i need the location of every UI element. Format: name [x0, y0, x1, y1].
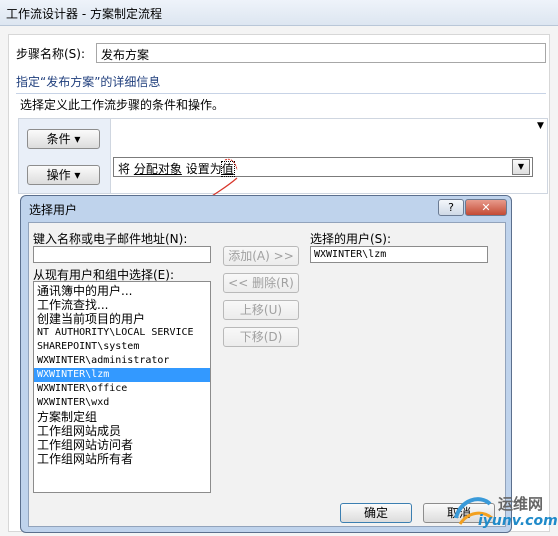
- list-item[interactable]: WXWINTER\office: [34, 382, 210, 396]
- ok-button[interactable]: 确定: [340, 503, 412, 523]
- move-up-button[interactable]: 上移(U): [223, 300, 299, 320]
- name-input[interactable]: [33, 246, 211, 263]
- name-input-label: 键入名称或电子邮件地址(N):: [33, 232, 188, 246]
- selected-users-label: 选择的用户(S):: [310, 232, 392, 246]
- existing-users-list[interactable]: 通讯簿中的用户... 工作流查找... 创建当前项目的用户 NT AUTHORI…: [33, 281, 211, 493]
- watermark-cn: 运维网: [498, 495, 544, 513]
- watermark-logo: 运维网 iyunv.com: [450, 488, 558, 534]
- list-item[interactable]: SHAREPOINT\system: [34, 340, 210, 354]
- list-item[interactable]: 方案制定组: [34, 410, 210, 424]
- list-item[interactable]: 创建当前项目的用户: [34, 312, 210, 326]
- list-item[interactable]: 工作组网站成员: [34, 424, 210, 438]
- list-item-selected[interactable]: WXWINTER\lzm: [34, 368, 210, 382]
- watermark-en: iyunv.com: [478, 513, 558, 529]
- selected-users-field[interactable]: WXWINTER\lzm: [310, 246, 488, 263]
- dialog-client: 键入名称或电子邮件地址(N): 从现有用户和组中选择(E): 通讯簿中的用户..…: [28, 222, 506, 527]
- list-item[interactable]: WXWINTER\administrator: [34, 354, 210, 368]
- remove-button[interactable]: << 删除(R): [223, 273, 299, 293]
- select-users-dialog: 选择用户 ? ✕ 键入名称或电子邮件地址(N): 从现有用户和组中选择(E): …: [20, 195, 512, 533]
- close-icon[interactable]: ✕: [465, 199, 507, 216]
- dialog-title: 选择用户: [29, 203, 78, 217]
- move-down-button[interactable]: 下移(D): [223, 327, 299, 347]
- list-item[interactable]: 工作组网站访问者: [34, 438, 210, 452]
- list-item[interactable]: 工作流查找...: [34, 298, 210, 312]
- add-button[interactable]: 添加(A) >>: [223, 246, 299, 266]
- list-item[interactable]: NT AUTHORITY\LOCAL SERVICE: [34, 326, 210, 340]
- list-item[interactable]: 通讯簿中的用户...: [34, 284, 210, 298]
- help-icon[interactable]: ?: [438, 199, 464, 216]
- list-item[interactable]: 工作组网站所有者: [34, 452, 210, 466]
- list-item[interactable]: WXWINTER\wxd: [34, 396, 210, 410]
